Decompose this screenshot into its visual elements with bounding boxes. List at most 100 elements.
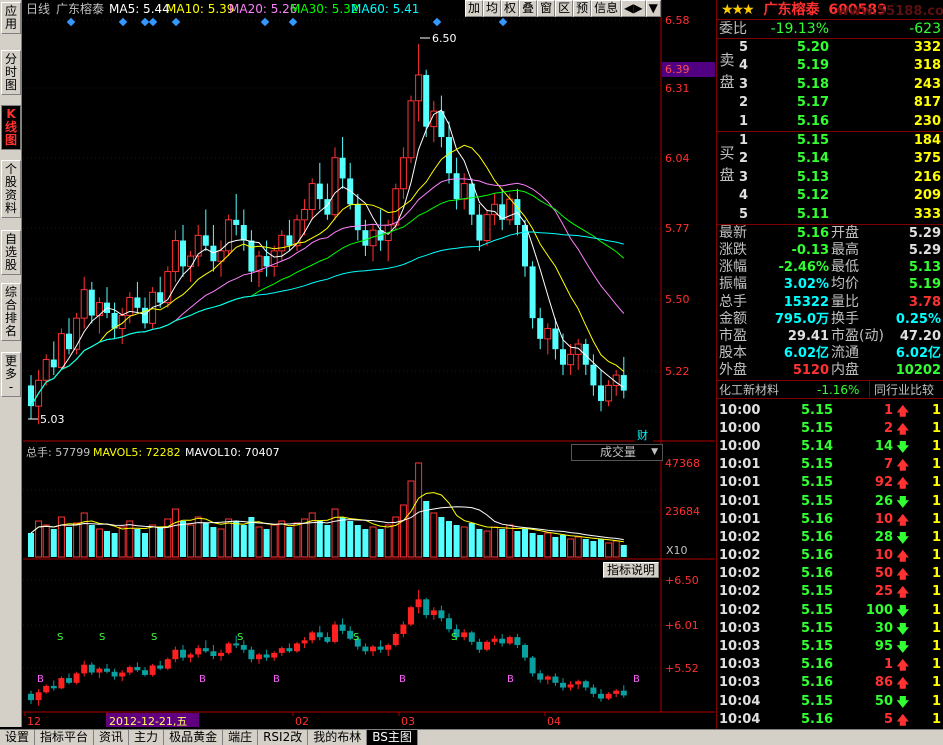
toolbar-button-6[interactable]: 预 [573,0,592,17]
candle[interactable] [460,183,468,200]
candle[interactable] [293,219,301,247]
bs-candle[interactable] [430,610,437,616]
bs-candle[interactable] [484,641,490,650]
tick-row[interactable]: 10:01 5.16 10 🡅 1 [717,511,943,529]
volume-indicator-dropdown[interactable]: 成交量 ▼ [571,444,663,461]
bs-candle[interactable] [590,687,597,694]
tick-row[interactable]: 10:04 5.16 5 🡅 1 [717,711,943,729]
bs-candle[interactable] [324,637,331,642]
bs-candle[interactable] [339,624,346,631]
finance-marker[interactable]: 财 [637,428,648,442]
bs-candle[interactable] [499,638,506,644]
kline-chart-svg[interactable]: 日线 广东榕泰 MA5: 5.44 MA10: 5.39 MA20: 5.26 … [23,0,715,728]
candle[interactable] [286,235,293,246]
candle[interactable] [423,74,430,127]
bs-candle[interactable] [415,599,422,608]
candle[interactable] [171,240,179,273]
volume-bar[interactable] [460,526,468,558]
bs-candle[interactable] [81,664,88,674]
bs-candle[interactable] [438,610,445,619]
bs-candle[interactable] [88,664,95,673]
star-rating-icon[interactable]: ★★★ [721,2,755,18]
tick-row[interactable]: 10:04 5.15 50 🡇 1 [717,693,943,711]
volume-bar[interactable] [278,520,286,558]
candle[interactable] [210,245,217,262]
volume-bar[interactable] [468,523,475,557]
bs-candle[interactable] [514,637,521,645]
candle[interactable] [180,240,186,267]
candle[interactable] [308,183,316,210]
bs-candle[interactable] [362,646,369,652]
candle[interactable] [233,219,240,225]
bs-candle[interactable] [476,641,483,650]
volume-bar[interactable] [202,523,209,557]
bottom-tab-2[interactable]: 资讯 [94,730,130,745]
same-industry-compare-button[interactable]: 同行业比较 [869,380,934,399]
buy-level-row[interactable]: 5 5.11 333 [717,206,943,224]
buy-level-row[interactable]: 3 5.13 216 [717,169,943,187]
candle[interactable] [66,333,72,350]
buy-level-row[interactable]: 4 5.12 209 [717,187,943,205]
volume-bar[interactable] [415,462,423,558]
tick-row[interactable]: 10:00 5.14 14 🡇 1 [717,438,943,456]
volume-bar[interactable] [263,529,270,557]
tick-list[interactable]: 10:00 5.15 1 🡅 1 10:00 5.15 2 🡅 1 10:00 5.14 14 🡇 1 10:… [717,397,943,745]
bs-candle[interactable] [202,648,209,652]
bs-candle[interactable] [164,659,171,669]
left-tab-0[interactable]: 应 用 [1,2,21,34]
volume-bar[interactable] [354,525,361,557]
volume-bar[interactable] [605,542,613,558]
candle[interactable] [248,240,255,272]
volume-bar[interactable] [255,526,263,558]
bs-candle[interactable] [35,692,42,701]
bs-candle[interactable] [58,678,65,689]
bottom-tab-6[interactable]: RSI2改 [258,730,309,745]
bs-candle[interactable] [43,685,50,693]
volume-bar[interactable] [118,526,126,558]
bs-candle[interactable] [218,652,224,657]
bottom-tab-7[interactable]: 我的布林 [308,730,368,745]
bs-candle[interactable] [278,648,285,653]
bs-candle[interactable] [195,648,202,655]
sell-signal-marker[interactable]: S [57,632,63,643]
volume-bar[interactable] [301,518,309,558]
candle[interactable] [42,359,50,381]
bs-candle[interactable] [544,676,551,680]
toolbar-button-2[interactable]: 权 [501,0,520,17]
bs-candle[interactable] [256,654,262,660]
bottom-tab-0[interactable]: 设置 [0,730,36,745]
volume-bar[interactable] [590,541,597,557]
candle[interactable] [605,384,613,402]
volume-bar[interactable] [308,512,316,558]
candle[interactable] [415,74,423,102]
sell-signal-marker[interactable]: S [99,632,105,643]
candle[interactable] [529,266,536,319]
bs-candle[interactable] [316,632,323,638]
bs-candle[interactable] [461,632,468,638]
bs-candle[interactable] [119,672,126,677]
sell-signal-marker[interactable]: S [353,632,359,643]
volume-bar[interactable] [598,539,604,557]
bs-candle[interactable] [134,667,141,671]
toolbar-button-0[interactable]: 加 [465,0,484,17]
candle[interactable] [225,219,233,252]
volume-bar[interactable] [57,516,65,558]
sell-level-row[interactable]: 5 5.20 332 [717,39,943,57]
bottom-tab-1[interactable]: 指标平台 [35,730,95,745]
buy-signal-marker[interactable]: B [633,674,640,685]
volume-bar[interactable] [476,529,483,557]
bs-candle[interactable] [400,624,407,634]
candle[interactable] [567,353,575,366]
candle[interactable] [362,230,369,246]
candle[interactable] [301,208,309,221]
candle[interactable] [407,100,415,159]
candle[interactable] [57,333,65,368]
tick-row[interactable]: 10:01 5.15 7 🡅 1 [717,456,943,474]
volume-bar[interactable] [446,521,452,557]
volume-bar[interactable] [529,533,536,557]
volume-bar[interactable] [362,529,369,557]
volume-bar[interactable] [157,527,164,557]
sell-level-row[interactable]: 3 5.18 243 [717,76,943,94]
bs-candle[interactable] [385,645,392,650]
candle[interactable] [80,289,88,319]
